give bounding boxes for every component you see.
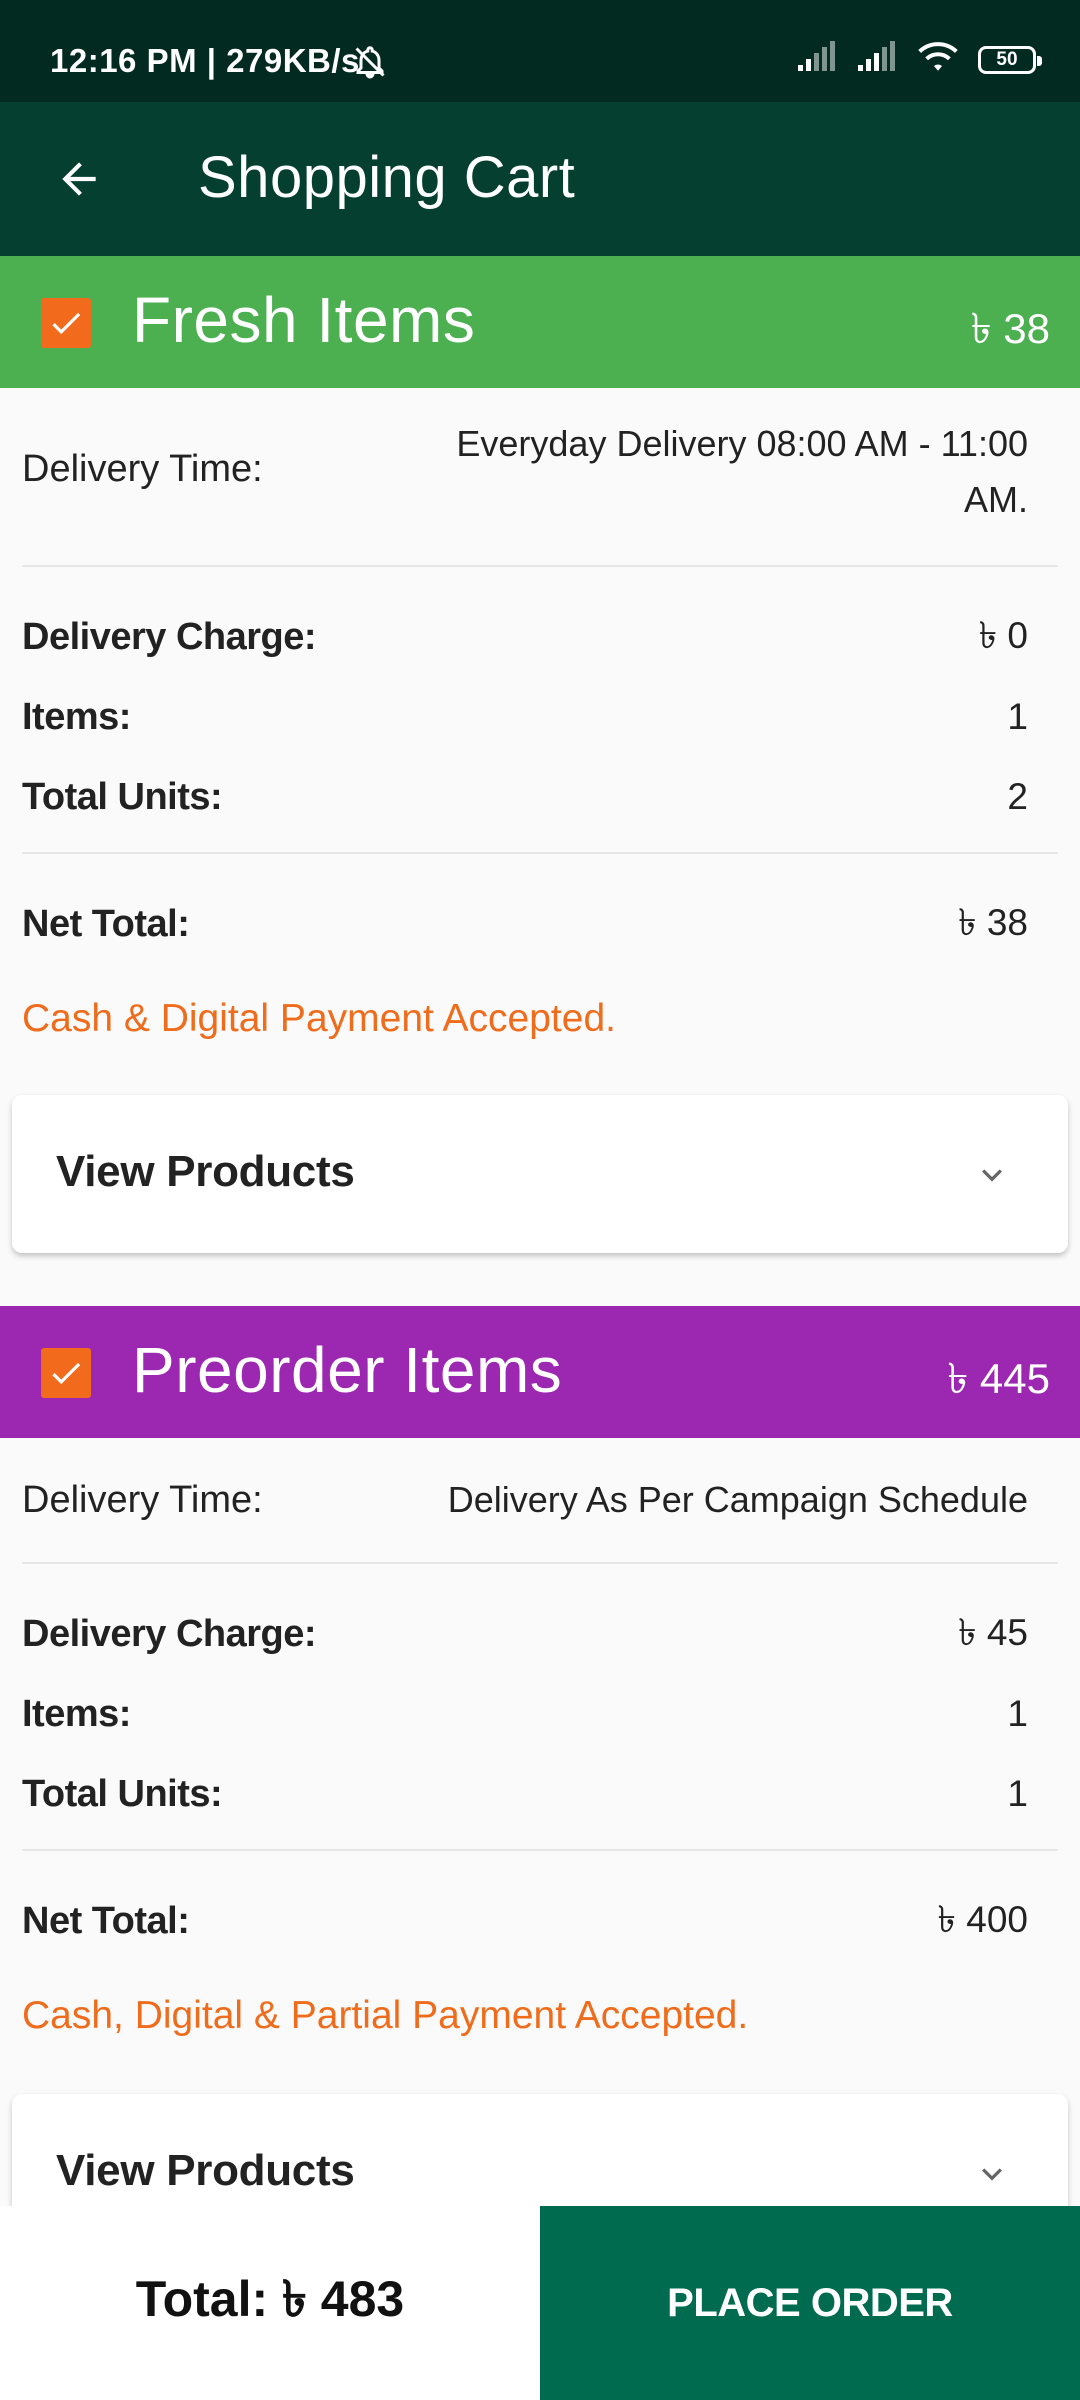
section-amount: ৳ 38 — [970, 305, 1050, 352]
section-title: Fresh Items — [132, 284, 476, 356]
app-bar: Shopping Cart — [0, 102, 1080, 256]
signal-icon-1 — [796, 41, 838, 78]
view-products-label: View Products — [56, 1147, 355, 1196]
arrow-back-icon — [62, 162, 96, 196]
total-units-value: 1 — [1007, 1773, 1028, 1814]
view-products-fresh[interactable]: View Products — [12, 1095, 1068, 1253]
delivery-time-row: Delivery Time: Delivery As Per Campaign … — [22, 1438, 1058, 1562]
delivery-charge-label: Delivery Charge: — [22, 1612, 317, 1655]
mute-icon — [352, 44, 388, 85]
net-total-label: Net Total: — [22, 1899, 190, 1942]
payment-note: Cash, Digital & Partial Payment Accepted… — [22, 1994, 749, 2037]
net-total-value: ৳ 400 — [937, 1898, 1028, 1940]
net-total-row: Net Total: ৳ 400 — [22, 1851, 1058, 1991]
view-products-preorder[interactable]: View Products — [12, 2094, 1068, 2206]
chevron-down-icon — [982, 1169, 1002, 1182]
page-title: Shopping Cart — [198, 145, 576, 210]
delivery-charge-row: Delivery Charge: ৳ 45 — [22, 1594, 1058, 1674]
total-units-label: Total Units: — [22, 1772, 223, 1815]
section-amount: ৳ 445 — [947, 1355, 1050, 1402]
chevron-down-icon — [982, 2168, 1002, 2181]
items-value: 1 — [1007, 696, 1028, 737]
cart-content[interactable]: Fresh Items ৳ 38 Delivery Time: Everyday… — [0, 256, 1080, 2206]
delivery-charge-value: ৳ 45 — [958, 1611, 1028, 1653]
items-label: Items: — [22, 695, 131, 738]
check-icon — [52, 1362, 81, 1385]
delivery-charge-value: ৳ 0 — [978, 614, 1028, 656]
total-units-row: Total Units: 1 — [22, 1754, 1058, 1834]
items-label: Items: — [22, 1692, 131, 1735]
fresh-items-checkbox[interactable] — [41, 298, 91, 348]
view-products-label: View Products — [56, 2146, 355, 2195]
delivery-time-value: Everyday Delivery 08:00 AM - 11:00 AM. — [456, 423, 1028, 520]
net-total-row: Net Total: ৳ 38 — [22, 854, 1058, 994]
battery-icon: 50 — [978, 45, 1042, 74]
order-total: Total: ৳ 483 — [0, 2206, 540, 2400]
section-details-preorder: Delivery Time: Delivery As Per Campaign … — [0, 1438, 1080, 2071]
check-icon — [52, 312, 81, 335]
wifi-icon — [916, 40, 960, 79]
items-value: 1 — [1007, 1693, 1028, 1734]
delivery-time-label: Delivery Time: — [22, 448, 263, 490]
net-total-label: Net Total: — [22, 902, 190, 945]
delivery-time-value: Delivery As Per Campaign Schedule — [447, 1479, 1028, 1520]
delivery-charge-label: Delivery Charge: — [22, 615, 317, 658]
status-time: 12:16 PM | 279KB/s — [50, 42, 360, 79]
total-units-value: 2 — [1007, 776, 1028, 817]
delivery-time-row: Delivery Time: Everyday Delivery 08:00 A… — [22, 388, 1058, 565]
total-units-row: Total Units: 2 — [22, 757, 1058, 837]
section-header-fresh: Fresh Items ৳ 38 — [0, 256, 1080, 388]
bottom-bar: Total: ৳ 483 PLACE ORDER — [0, 2206, 1080, 2400]
section-title: Preorder Items — [132, 1334, 563, 1406]
delivery-charge-row: Delivery Charge: ৳ 0 — [22, 597, 1058, 677]
items-row: Items: 1 — [22, 677, 1058, 757]
status-bar: 12:16 PM | 279KB/s 50 — [0, 0, 1080, 102]
signal-icon-2 — [856, 41, 898, 78]
items-row: Items: 1 — [22, 1674, 1058, 1754]
preorder-items-checkbox[interactable] — [41, 1348, 91, 1398]
net-total-value: ৳ 38 — [958, 901, 1028, 943]
place-order-button[interactable]: PLACE ORDER — [540, 2206, 1080, 2400]
delivery-time-label: Delivery Time: — [22, 1478, 263, 1521]
section-header-preorder: Preorder Items ৳ 445 — [0, 1306, 1080, 1438]
payment-note: Cash & Digital Payment Accepted. — [22, 997, 616, 1040]
back-button[interactable] — [48, 148, 110, 210]
total-units-label: Total Units: — [22, 775, 223, 818]
section-details-fresh: Delivery Time: Everyday Delivery 08:00 A… — [0, 388, 1080, 1074]
